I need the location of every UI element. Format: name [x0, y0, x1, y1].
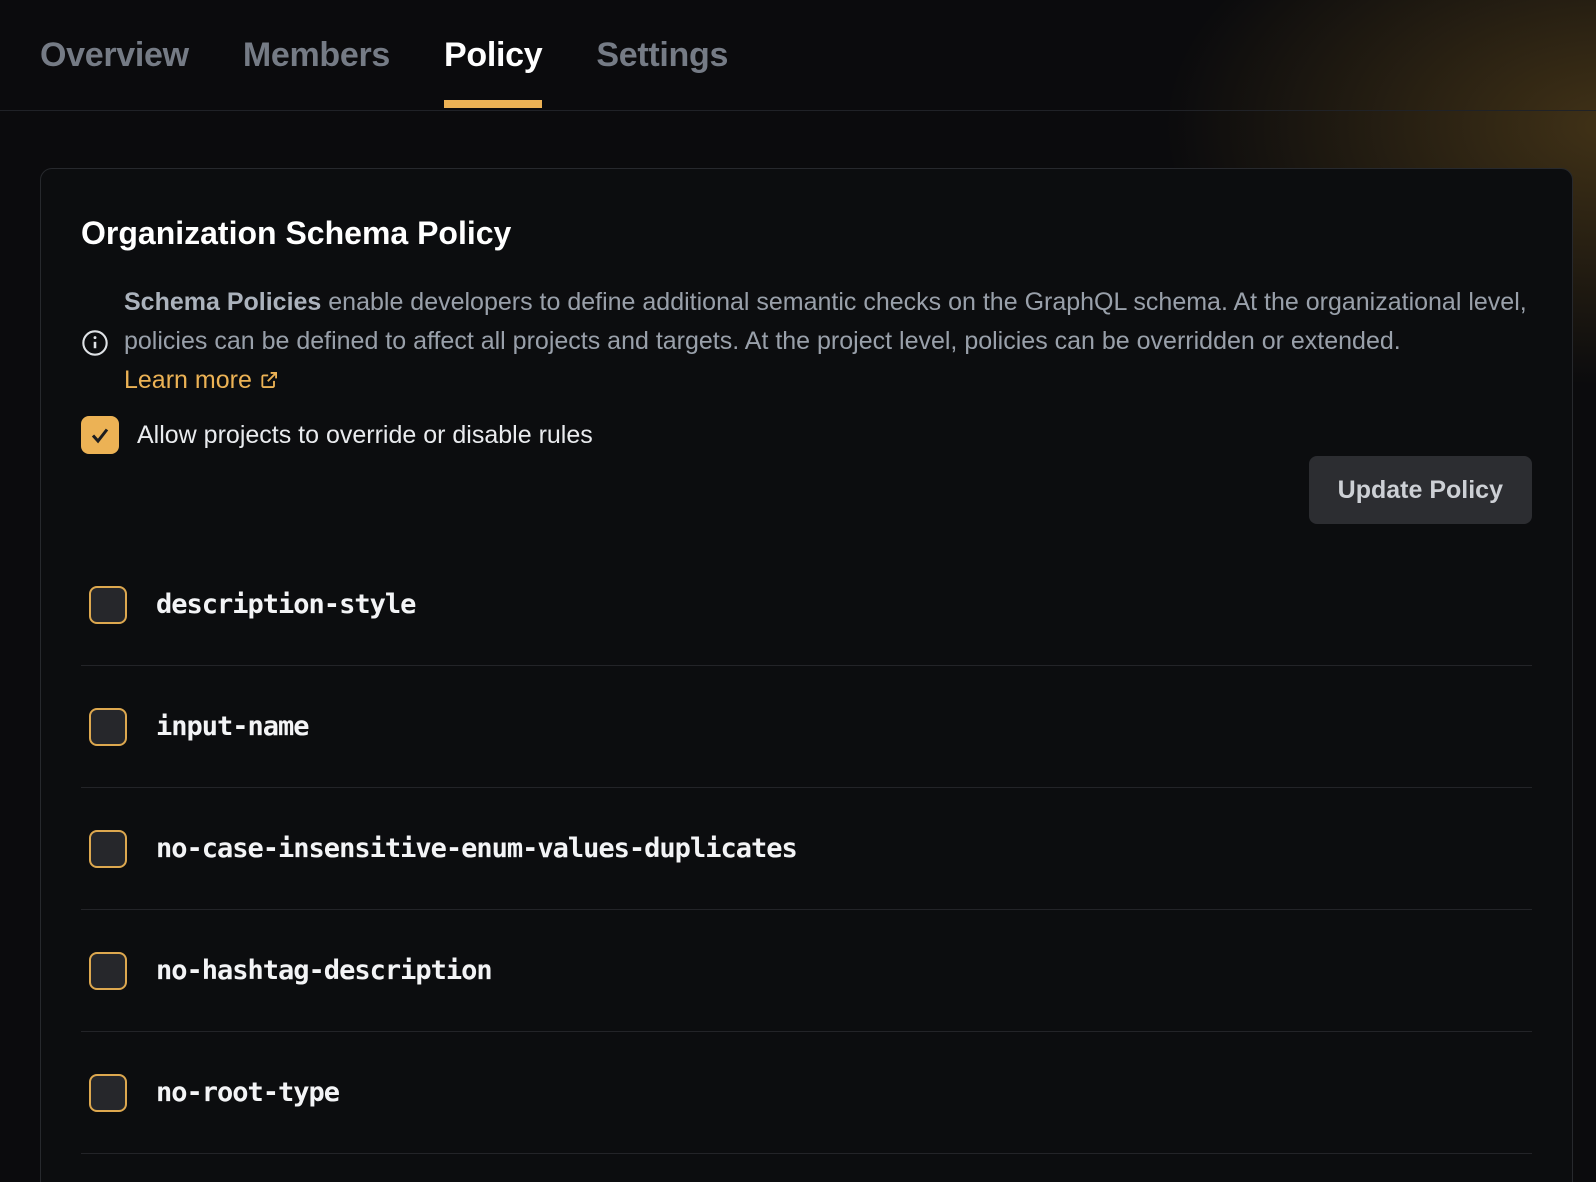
- rule-name: description-style: [156, 589, 415, 620]
- policy-description: Schema Policies enable developers to def…: [81, 283, 1532, 402]
- rule-name: no-root-type: [156, 1077, 339, 1108]
- rules-list: description-style input-name no-case-ins…: [81, 544, 1532, 1154]
- rule-row[interactable]: no-root-type: [81, 1032, 1532, 1154]
- rule-row[interactable]: no-hashtag-description: [81, 910, 1532, 1032]
- tab-policy[interactable]: Policy: [444, 0, 542, 110]
- tab-settings[interactable]: Settings: [596, 0, 728, 110]
- description-body: enable developers to define additional s…: [124, 288, 1527, 355]
- page-title: Organization Schema Policy: [81, 213, 1532, 253]
- rule-checkbox[interactable]: [89, 586, 127, 624]
- org-tabbar: Overview Members Policy Settings: [0, 0, 1596, 111]
- rule-checkbox[interactable]: [89, 830, 127, 868]
- info-circle-icon: [81, 329, 109, 357]
- policy-page: Organization Schema Policy Schema Polici…: [0, 111, 1596, 1182]
- rule-checkbox[interactable]: [89, 1074, 127, 1112]
- policy-description-text: Schema Policies enable developers to def…: [124, 283, 1532, 402]
- schema-policy-card: Organization Schema Policy Schema Polici…: [40, 168, 1573, 1182]
- tab-overview[interactable]: Overview: [40, 0, 189, 110]
- button-row: Update Policy: [81, 456, 1532, 524]
- check-icon: [88, 423, 112, 447]
- update-policy-button[interactable]: Update Policy: [1309, 456, 1532, 524]
- learn-more-link[interactable]: Learn more: [124, 366, 279, 394]
- rule-name: input-name: [156, 711, 309, 742]
- allow-override-checkbox[interactable]: [81, 416, 119, 454]
- rule-row[interactable]: input-name: [81, 666, 1532, 788]
- learn-more-label: Learn more: [124, 366, 252, 394]
- rule-name: no-case-insensitive-enum-values-duplicat…: [156, 833, 797, 864]
- description-lead: Schema Policies: [124, 288, 321, 316]
- allow-override-row[interactable]: Allow projects to override or disable ru…: [81, 416, 1532, 454]
- rule-row[interactable]: no-case-insensitive-enum-values-duplicat…: [81, 788, 1532, 910]
- rule-checkbox[interactable]: [89, 952, 127, 990]
- rule-row[interactable]: description-style: [81, 544, 1532, 666]
- rule-checkbox[interactable]: [89, 708, 127, 746]
- tab-members[interactable]: Members: [243, 0, 390, 110]
- external-link-icon: [259, 363, 279, 402]
- allow-override-label: Allow projects to override or disable ru…: [137, 421, 593, 450]
- rule-name: no-hashtag-description: [156, 955, 492, 986]
